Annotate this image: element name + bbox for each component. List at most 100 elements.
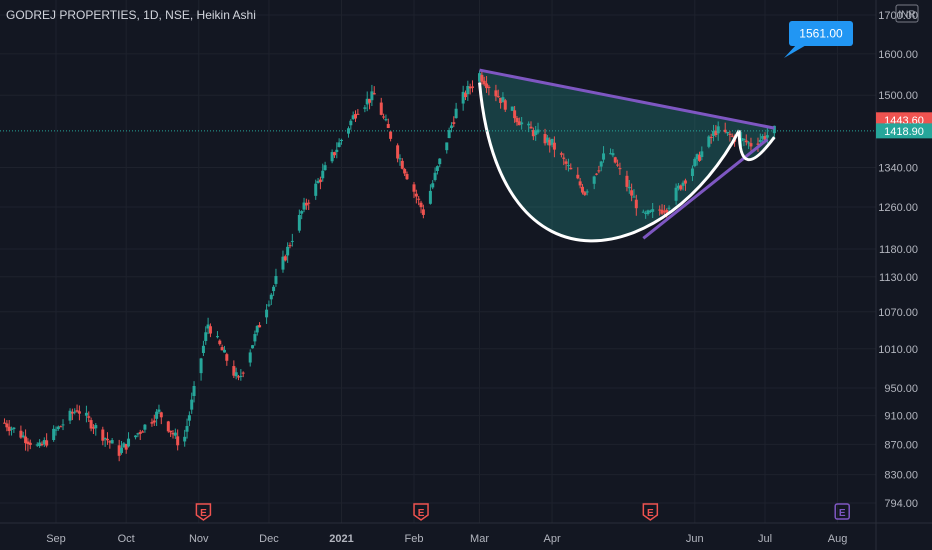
candle-body <box>222 349 226 353</box>
candle-body <box>585 191 589 193</box>
candle-body <box>562 157 566 159</box>
currency-label: INR <box>898 10 915 21</box>
candle-body <box>716 126 720 134</box>
candle-body <box>190 399 194 410</box>
candle-body <box>414 193 418 197</box>
candle-body <box>616 164 620 166</box>
candle-body <box>218 340 222 345</box>
candle-body <box>159 412 163 418</box>
candle-body <box>396 145 400 159</box>
candle-body <box>314 183 318 196</box>
candle-body <box>602 153 606 160</box>
candle-body <box>576 174 580 179</box>
chart-title: GODREJ PROPERTIES, 1D, NSE, Heikin Ashi <box>6 8 256 22</box>
time-tick-label: 2021 <box>329 533 353 545</box>
candle-body <box>559 153 563 155</box>
candle-body <box>726 131 730 134</box>
candle-body <box>625 175 629 187</box>
candle-body <box>173 432 177 436</box>
candle-body <box>332 152 336 156</box>
earnings-letter: E <box>200 508 207 519</box>
candle-body <box>321 170 325 179</box>
candle-body <box>471 86 475 88</box>
candle-body <box>269 294 273 300</box>
candle-body <box>634 199 638 209</box>
candle-body <box>667 207 671 209</box>
candle-body <box>566 165 570 167</box>
candle-body <box>454 108 458 119</box>
candle-body <box>536 129 540 133</box>
candle-body <box>386 124 390 129</box>
candle-body <box>45 440 49 446</box>
candle-body <box>241 372 245 374</box>
candle-body <box>73 411 77 413</box>
candle-body <box>496 96 500 98</box>
candle-body <box>183 436 187 442</box>
candle-body <box>405 174 409 180</box>
candle-body <box>290 240 294 242</box>
candle-body <box>742 139 746 141</box>
candle-body <box>59 426 63 428</box>
price-chart[interactable]: 1700.001600.001500.001340.001260.001180.… <box>0 0 932 550</box>
chart-background <box>0 0 932 550</box>
candle-body <box>428 190 432 204</box>
price-tick-label: 950.00 <box>884 383 918 395</box>
candle-body <box>265 309 269 318</box>
candle-body <box>349 120 353 126</box>
candle-body <box>744 140 748 143</box>
candle-body <box>513 110 517 119</box>
candle-body <box>758 139 762 143</box>
exchange-label: NSE <box>165 8 190 22</box>
candle-body <box>480 74 484 82</box>
candle-body <box>690 168 694 176</box>
time-tick-label: Jul <box>758 533 772 545</box>
candle-body <box>597 170 601 172</box>
candle-body <box>192 386 196 397</box>
candle-body <box>510 106 514 111</box>
candle-body <box>204 332 208 341</box>
candle-body <box>127 438 131 447</box>
earnings-letter: E <box>418 508 425 519</box>
candle-body <box>700 151 704 157</box>
candle-body <box>641 211 645 213</box>
candle-body <box>300 211 304 214</box>
candle-body <box>611 153 615 156</box>
price-tick-label: 910.00 <box>884 411 918 423</box>
candle-body <box>87 416 91 418</box>
candle-body <box>417 198 421 200</box>
candle-body <box>709 137 713 139</box>
candle-body <box>77 411 81 414</box>
candle-body <box>529 126 533 129</box>
candle-body <box>707 136 711 147</box>
price-tick-label: 1600.00 <box>878 49 918 61</box>
candle-body <box>618 168 622 170</box>
candle-body <box>61 424 65 426</box>
time-tick-label: Feb <box>405 533 424 545</box>
candle-body <box>12 427 16 430</box>
candle-body <box>258 325 262 328</box>
candle-body <box>421 209 425 215</box>
price-tick-label: 794.00 <box>884 498 918 510</box>
time-tick-label: Apr <box>544 533 561 545</box>
candle-body <box>105 438 109 441</box>
candle-body <box>552 142 556 150</box>
time-tick-label: Nov <box>189 533 209 545</box>
candle-body <box>765 135 769 138</box>
candle-body <box>730 135 734 137</box>
candle-body <box>84 412 88 416</box>
candle-body <box>363 107 367 109</box>
price-tick-label: 1070.00 <box>878 307 918 319</box>
price-tick-label: 870.00 <box>884 439 918 451</box>
price-tick-label: 1500.00 <box>878 90 918 102</box>
candle-body <box>580 186 584 193</box>
candle-body <box>595 173 599 175</box>
time-tick-label: Mar <box>470 533 489 545</box>
candle-body <box>674 187 678 201</box>
candle-body <box>728 133 732 135</box>
candle-body <box>215 336 219 338</box>
candle-body <box>400 160 404 169</box>
candle-body <box>120 447 124 453</box>
candle-body <box>412 184 416 192</box>
callout-price-label: 1561.00 <box>799 27 843 41</box>
candle-body <box>569 167 573 170</box>
